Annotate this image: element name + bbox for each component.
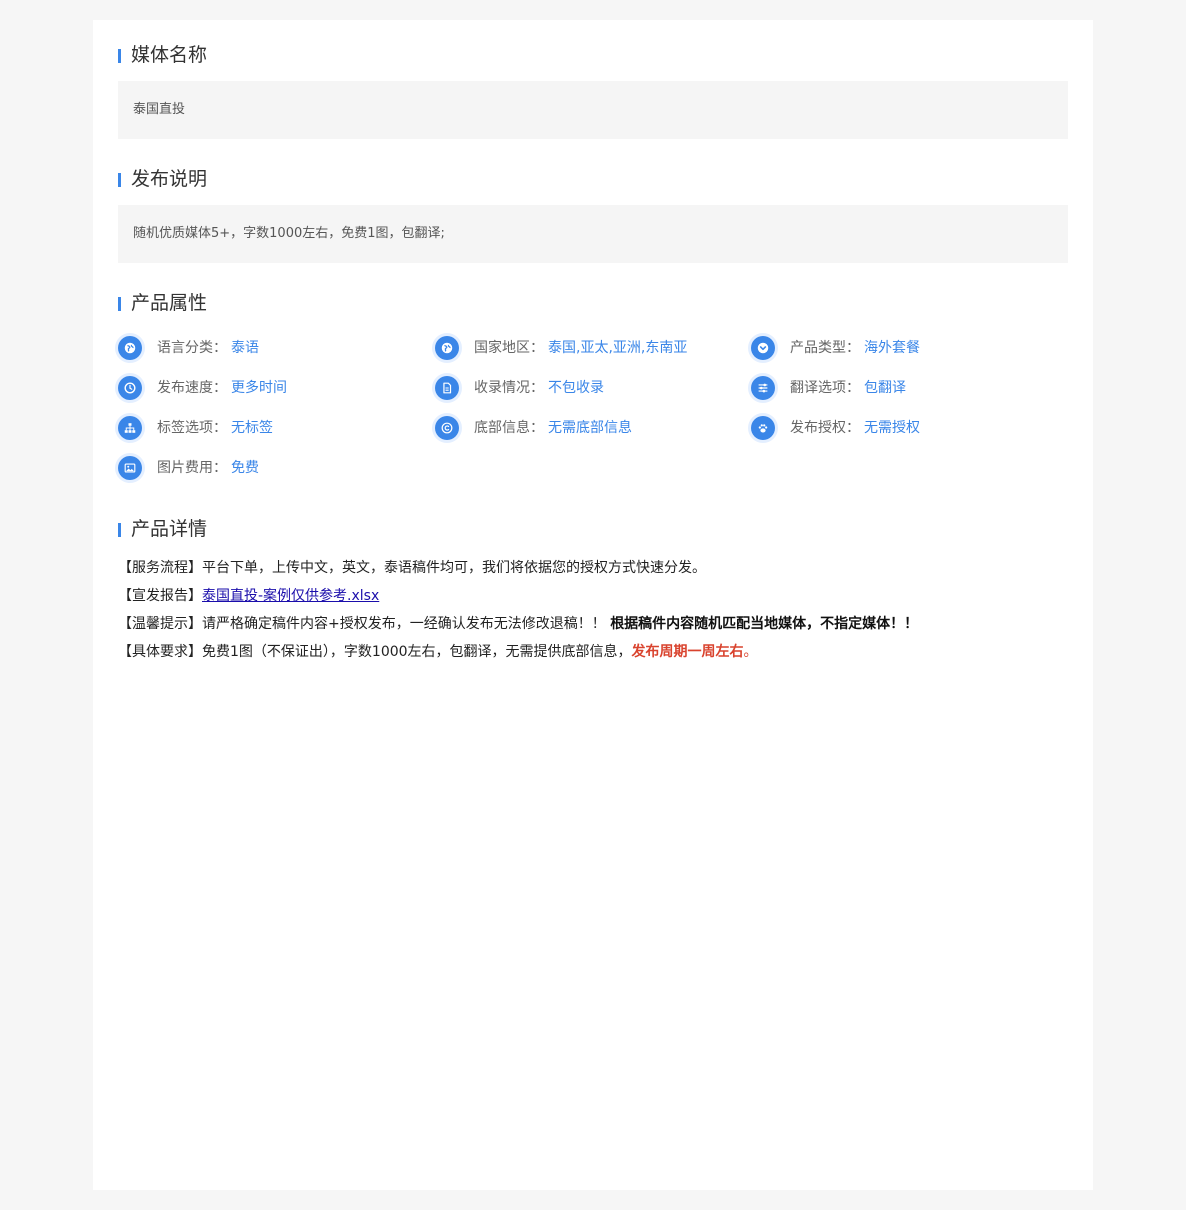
product-detail-card: 媒体名称 泰国直投 发布说明 随机优质媒体5+，字数1000左右，免费1图，包翻… <box>93 20 1093 1190</box>
publish-note-title: 发布说明 <box>118 166 207 192</box>
details-title: 产品详情 <box>118 516 207 542</box>
detail-report-prefix: 【宣发报告】 <box>118 588 202 604</box>
detail-warning-bold: 根据稿件内容随机匹配当地媒体，不指定媒体！！ <box>610 616 919 632</box>
attr-image-fee-value: 免费 <box>231 460 259 476</box>
detail-requirements-prefix: 【具体要求】 <box>118 644 202 660</box>
detail-requirements-suffix: 。 <box>743 644 758 660</box>
attr-product-type-label: 产品类型： <box>790 340 860 356</box>
attr-language-value: 泰语 <box>231 340 259 356</box>
sitemap-icon <box>118 416 142 440</box>
detail-warning-text: 请严格确定稿件内容+授权发布，一经确认发布无法修改退稿！！ <box>202 616 606 632</box>
globe-icon <box>435 336 459 360</box>
attr-product-type-value: 海外套餐 <box>864 340 920 356</box>
chevron-down-circle-icon <box>751 336 775 360</box>
detail-service-flow: 【服务流程】平台下单，上传中文，英文，泰语稿件均可，我们将依据您的授权方式快速分… <box>118 556 706 580</box>
detail-warning-prefix: 【温馨提示】 <box>118 616 202 632</box>
media-name-title: 媒体名称 <box>118 42 207 68</box>
attr-authorization-label: 发布授权： <box>790 420 860 436</box>
detail-report: 【宣发报告】泰国直投-案例仅供参考.xlsx <box>118 584 379 608</box>
detail-requirements-highlight: 发布周期一周左右 <box>631 644 744 660</box>
attr-speed-label: 发布速度： <box>157 380 227 396</box>
globe-icon <box>118 336 142 360</box>
attr-translation-value: 包翻译 <box>864 380 906 396</box>
paw-icon <box>751 416 775 440</box>
image-icon <box>118 456 142 480</box>
sliders-icon <box>751 376 775 400</box>
attr-footer-info-value: 无需底部信息 <box>548 420 632 436</box>
attributes-title: 产品属性 <box>118 290 207 316</box>
report-file-link[interactable]: 泰国直投-案例仅供参考.xlsx <box>202 588 379 604</box>
detail-warning: 【温馨提示】请严格确定稿件内容+授权发布，一经确认发布无法修改退稿！！ 根据稿件… <box>118 612 918 636</box>
attr-tags-label: 标签选项： <box>157 420 227 436</box>
attr-indexing-label: 收录情况： <box>474 380 544 396</box>
attr-speed-value: 更多时间 <box>231 380 287 396</box>
media-name-value: 泰国直投 <box>118 81 1068 139</box>
attr-region-label: 国家地区： <box>474 340 544 356</box>
document-icon <box>435 376 459 400</box>
attr-image-fee-label: 图片费用： <box>157 460 227 476</box>
copyright-icon <box>435 416 459 440</box>
attr-region-value: 泰国,亚太,亚洲,东南亚 <box>548 340 688 356</box>
clock-icon <box>118 376 142 400</box>
attr-tags-value: 无标签 <box>231 420 273 436</box>
detail-service-flow-prefix: 【服务流程】 <box>118 560 202 576</box>
attr-indexing-value: 不包收录 <box>548 380 604 396</box>
attr-authorization-value: 无需授权 <box>864 420 920 436</box>
detail-requirements-text: 免费1图（不保证出），字数1000左右，包翻译，无需提供底部信息， <box>202 644 632 660</box>
attr-translation-label: 翻译选项： <box>790 380 860 396</box>
publish-note-value: 随机优质媒体5+，字数1000左右，免费1图，包翻译; <box>118 205 1068 263</box>
detail-requirements: 【具体要求】免费1图（不保证出），字数1000左右，包翻译，无需提供底部信息，发… <box>118 640 758 664</box>
attr-language-label: 语言分类： <box>157 340 227 356</box>
detail-service-flow-text: 平台下单，上传中文，英文，泰语稿件均可，我们将依据您的授权方式快速分发。 <box>202 560 706 576</box>
attr-footer-info-label: 底部信息： <box>474 420 544 436</box>
